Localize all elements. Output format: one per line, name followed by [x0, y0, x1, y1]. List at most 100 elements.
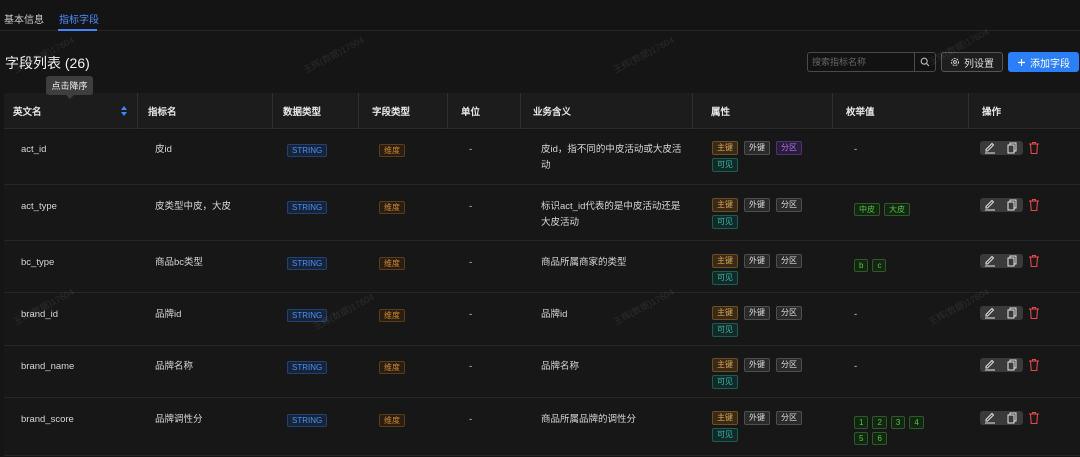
tab-basic-info[interactable]: 基本信息: [4, 11, 44, 26]
column-header-metric-name: 指标名: [148, 107, 177, 118]
enum-value-tag: c: [872, 259, 887, 272]
attribute-tags: 主键 外键 分区 可见: [712, 141, 822, 175]
field-en-name: act_id: [21, 144, 47, 155]
column-header-attributes: 属性: [711, 107, 731, 118]
trash-icon[interactable]: [1028, 411, 1040, 425]
data-type-tag: STRING: [287, 201, 328, 214]
field-business-meaning: 商品所属品牌的调性分: [541, 414, 637, 425]
field-metric-name: 皮类型中皮，大皮: [155, 201, 232, 212]
edit-icon[interactable]: [983, 359, 997, 371]
partition-tag: 分区: [776, 411, 802, 425]
field-type-tag: 维度: [379, 361, 405, 374]
gear-icon: [951, 58, 959, 66]
field-unit: -: [469, 257, 473, 268]
column-settings-button[interactable]: 列设置: [941, 52, 1003, 72]
field-en-name: act_type: [21, 201, 57, 212]
copy-icon[interactable]: [1005, 142, 1019, 154]
copy-icon[interactable]: [1005, 199, 1019, 211]
visible-tag: 可见: [712, 428, 738, 442]
enum-value-tag: 5: [854, 432, 869, 445]
field-metric-name: 品牌id: [155, 309, 182, 320]
primary-key-tag: 主键: [712, 198, 738, 212]
edit-icon[interactable]: [983, 255, 997, 267]
add-field-label: 添加字段: [1030, 58, 1070, 70]
partition-tag: 分区: [776, 358, 802, 372]
search-button[interactable]: [914, 53, 935, 71]
sort-icon[interactable]: [120, 105, 128, 117]
tab-metric-fields[interactable]: 指标字段: [59, 11, 99, 26]
add-field-button[interactable]: 添加字段: [1008, 52, 1079, 72]
table-row: act_type 皮类型中皮，大皮 STRING 维度 - 标识act_id代表…: [4, 185, 1080, 241]
partition-tag: 分区: [776, 141, 802, 155]
field-unit: -: [469, 309, 473, 320]
attribute-tags: 主键 外键 分区 可见: [712, 198, 822, 232]
visible-tag: 可见: [712, 271, 738, 285]
field-business-meaning: 品牌id: [541, 309, 568, 320]
edit-icon[interactable]: [983, 412, 997, 424]
field-metric-name: 商品bc类型: [155, 257, 204, 268]
enum-empty: -: [854, 361, 858, 372]
field-business-meaning: 品牌名称: [541, 361, 580, 372]
column-header-data-type: 数据类型: [283, 107, 322, 118]
column-settings-label: 列设置: [964, 58, 994, 70]
field-en-name: brand_id: [21, 309, 58, 320]
enum-value-tag: 6: [872, 432, 887, 445]
foreign-key-tag: 外键: [744, 358, 770, 372]
copy-icon[interactable]: [1005, 255, 1019, 267]
partition-tag: 分区: [776, 306, 802, 320]
edit-icon[interactable]: [983, 199, 997, 211]
enum-values: 中皮 大皮: [854, 203, 944, 219]
primary-key-tag: 主键: [712, 141, 738, 155]
field-type-tag: 维度: [379, 144, 405, 157]
column-header-en-name[interactable]: 英文名: [13, 93, 42, 129]
search-input[interactable]: [808, 53, 916, 71]
data-type-tag: STRING: [287, 361, 328, 374]
copy-icon[interactable]: [1005, 359, 1019, 371]
field-unit: -: [469, 201, 473, 212]
table-row: act_id 皮id STRING 维度 - 皮id，指不同的中皮活动或大皮活动…: [4, 130, 1080, 185]
visible-tag: 可见: [712, 158, 738, 172]
edit-icon[interactable]: [983, 307, 997, 319]
page-title: 字段列表 (26): [5, 55, 90, 71]
copy-icon[interactable]: [1005, 412, 1019, 424]
search-icon: [920, 57, 930, 67]
watermark: 王辉(数据)17604: [301, 34, 366, 76]
field-type-tag: 维度: [379, 257, 405, 270]
trash-icon[interactable]: [1028, 198, 1040, 212]
visible-tag: 可见: [712, 323, 738, 337]
data-type-tag: STRING: [287, 144, 328, 157]
attribute-tags: 主键 外键 分区 可见: [712, 358, 822, 392]
row-actions: [980, 411, 1050, 425]
enum-value-tag: 2: [872, 416, 887, 429]
enum-empty: -: [854, 309, 858, 320]
field-business-meaning: 标识act_id代表的是中皮活动还是大皮活动: [541, 201, 681, 228]
sort-tooltip: 点击降序: [46, 76, 93, 99]
enum-empty: -: [854, 144, 858, 155]
table-row: brand_score 品牌调性分 STRING 维度 - 商品所属品牌的调性分…: [4, 398, 1080, 456]
trash-icon[interactable]: [1028, 358, 1040, 372]
enum-values: 1 2 3 4 5 6: [854, 416, 944, 448]
edit-icon[interactable]: [983, 142, 997, 154]
attribute-tags: 主键 外键 分区 可见: [712, 306, 822, 340]
enum-values: -: [854, 307, 944, 323]
trash-icon[interactable]: [1028, 306, 1040, 320]
primary-key-tag: 主键: [712, 306, 738, 320]
trash-icon[interactable]: [1028, 141, 1040, 155]
partition-tag: 分区: [776, 254, 802, 268]
data-type-tag: STRING: [287, 309, 328, 322]
search-box: [807, 52, 936, 72]
attribute-tags: 主键 外键 分区 可见: [712, 411, 822, 445]
field-en-name: brand_score: [21, 414, 74, 425]
column-header-field-type: 字段类型: [372, 107, 411, 118]
field-type-tag: 维度: [379, 414, 405, 427]
copy-icon[interactable]: [1005, 307, 1019, 319]
column-header-business-meaning: 业务含义: [533, 107, 572, 118]
enum-value-tag: 中皮: [854, 203, 880, 216]
trash-icon[interactable]: [1028, 254, 1040, 268]
field-metric-name: 皮id: [155, 144, 172, 155]
column-header-enum-values: 枚举值: [846, 107, 875, 118]
attribute-tags: 主键 外键 分区 可见: [712, 254, 822, 288]
table-row: bc_type 商品bc类型 STRING 维度 - 商品所属商家的类型 主键外…: [4, 241, 1080, 293]
partition-tag: 分区: [776, 198, 802, 212]
row-actions: [980, 306, 1050, 320]
